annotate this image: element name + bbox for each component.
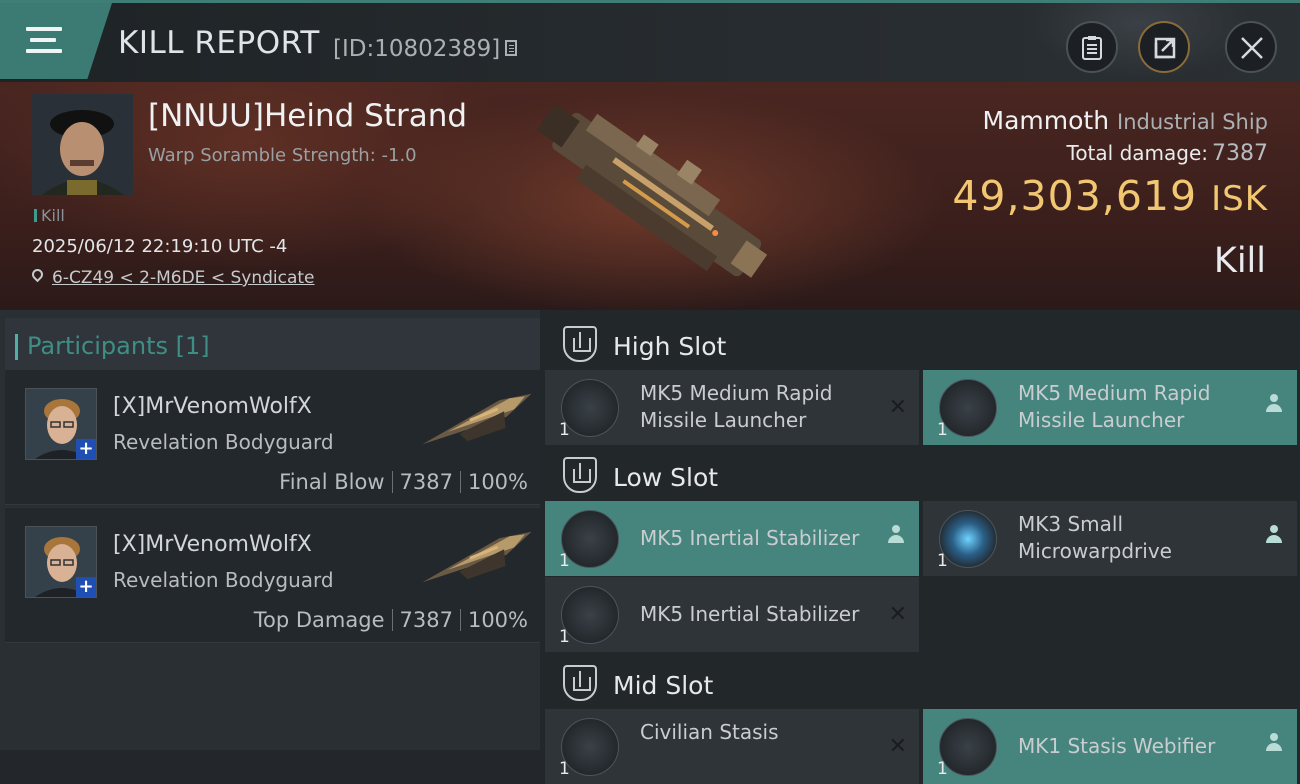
module-item[interactable]: 1 MK5 Medium Rapid Missile Launcher	[923, 370, 1297, 445]
module-item[interactable]: 1 MK5 Inertial Stabilizer	[545, 501, 919, 576]
module-qty: 1	[937, 759, 948, 779]
report-id: [ID:10802389]	[333, 36, 501, 62]
participant-name[interactable]: [X]MrVenomWolfX	[113, 532, 312, 557]
module-name: MK5 Inertial Stabilizer	[640, 602, 860, 626]
participant-damage: 7387	[399, 608, 453, 632]
module-item[interactable]: 1 Civilian Stasis ✕	[545, 709, 919, 784]
participant-avatar[interactable]: +	[25, 388, 97, 460]
shield-slot-icon	[563, 665, 597, 701]
page-title: KILL REPORT	[118, 25, 320, 61]
fitting-panel: High Slot 1 MK5 Medium Rapid Missile Lau…	[540, 310, 1300, 784]
victim-name[interactable]: [NNUU]Heind Strand	[148, 98, 467, 134]
module-item[interactable]: 1 MK1 Stasis Webifier	[923, 709, 1297, 784]
victim-ship-name[interactable]: Mammoth Industrial Ship	[983, 106, 1268, 135]
low-slot-label: Low Slot	[613, 463, 719, 492]
module-item[interactable]: 1 MK5 Medium Rapid Missile Launcher ✕	[545, 370, 919, 445]
module-name: Civilian Stasis	[640, 720, 779, 744]
participant-ship-image	[422, 531, 532, 583]
header-bar: KILL REPORT [ID:10802389]	[0, 0, 1300, 85]
x-icon: ✕	[888, 734, 907, 759]
participant-badge: +	[76, 439, 96, 459]
kill-tag: Kill	[34, 206, 65, 225]
total-damage-label: Total damage:	[1066, 141, 1209, 165]
location-pin-icon	[29, 266, 46, 283]
participant-card[interactable]: + [X]MrVenomWolfX Revelation Bodyguard T…	[5, 508, 540, 643]
participant-role: Final Blow	[279, 470, 385, 494]
participant-name[interactable]: [X]MrVenomWolfX	[113, 394, 312, 419]
high-slot-label: High Slot	[613, 332, 727, 361]
x-icon: ✕	[888, 602, 907, 627]
isk-unit: ISK	[1211, 179, 1268, 219]
participant-damage: 7387	[399, 470, 453, 494]
user-icon	[1265, 733, 1283, 755]
module-qty: 1	[559, 420, 570, 440]
participant-avatar[interactable]: +	[25, 526, 97, 598]
victim-portrait[interactable]	[32, 94, 133, 195]
user-icon	[1265, 394, 1283, 416]
participants-label: Participants [1]	[15, 332, 210, 360]
participant-percent: 100%	[467, 608, 528, 632]
participant-card[interactable]: + [X]MrVenomWolfX Revelation Bodyguard F…	[5, 370, 540, 505]
close-button[interactable]	[1225, 21, 1277, 73]
participants-panel: Participants [1] + [X]MrVenomWolfX Revel…	[0, 310, 540, 750]
participant-badge: +	[76, 577, 96, 597]
share-button[interactable]	[1138, 21, 1190, 73]
module-item[interactable]: 1 MK3 Small Microwarpdrive	[923, 501, 1297, 576]
module-name: MK5 Medium Rapid Missile Launcher	[1018, 381, 1211, 432]
menu-button[interactable]	[0, 3, 112, 79]
location-text: 6-CZ49 < 2-M6DE < Syndicate	[52, 268, 315, 288]
module-qty: 1	[559, 627, 570, 647]
clipboard-icon	[1082, 36, 1102, 60]
warp-scramble-strength: Warp Soramble Strength: -1.0	[148, 145, 417, 166]
participant-role: Top Damage	[253, 608, 385, 632]
participant-percent: 100%	[467, 470, 528, 494]
module-item[interactable]: 1 MK5 Inertial Stabilizer ✕	[545, 577, 919, 652]
ship-name: Mammoth	[982, 106, 1110, 135]
participant-ship-image	[422, 393, 532, 445]
ship-class: Industrial Ship	[1117, 110, 1268, 134]
close-icon	[1241, 37, 1263, 59]
share-icon	[1154, 37, 1176, 59]
isk-amount: 49,303,619	[952, 172, 1198, 220]
participants-header: Participants [1]	[5, 318, 540, 373]
module-qty: 1	[937, 420, 948, 440]
module-name: MK5 Inertial Stabilizer	[640, 526, 860, 550]
isk-value: 49,303,619 ISK	[952, 172, 1268, 220]
participant-ship: Revelation Bodyguard	[113, 568, 334, 592]
mid-slot-label: Mid Slot	[613, 671, 714, 700]
x-icon: ✕	[888, 395, 907, 420]
module-qty: 1	[937, 551, 948, 571]
module-qty: 1	[559, 759, 570, 779]
victim-ship-image	[536, 104, 768, 278]
module-qty: 1	[559, 551, 570, 571]
kill-location-link[interactable]: 6-CZ49 < 2-M6DE < Syndicate	[29, 266, 315, 288]
module-name: MK3 Small Microwarpdrive	[1018, 512, 1172, 563]
module-name: MK1 Stasis Webifier	[1018, 734, 1216, 758]
shield-slot-icon	[563, 457, 597, 493]
participant-stats: Top Damage 7387 100%	[254, 608, 528, 632]
copy-icon[interactable]	[505, 40, 517, 56]
shield-slot-icon	[563, 326, 597, 362]
participant-ship: Revelation Bodyguard	[113, 430, 334, 454]
total-damage: Total damage: 7387	[1067, 141, 1269, 166]
module-name: MK5 Medium Rapid Missile Launcher	[640, 381, 833, 432]
clipboard-button[interactable]	[1066, 21, 1118, 73]
kill-result: Kill	[1213, 241, 1266, 281]
total-damage-value: 7387	[1212, 141, 1268, 166]
kill-datetime: 2025/06/12 22:19:10 UTC -4	[32, 236, 288, 257]
user-icon	[1265, 525, 1283, 547]
participant-stats: Final Blow 7387 100%	[279, 470, 528, 494]
user-icon	[887, 525, 905, 547]
